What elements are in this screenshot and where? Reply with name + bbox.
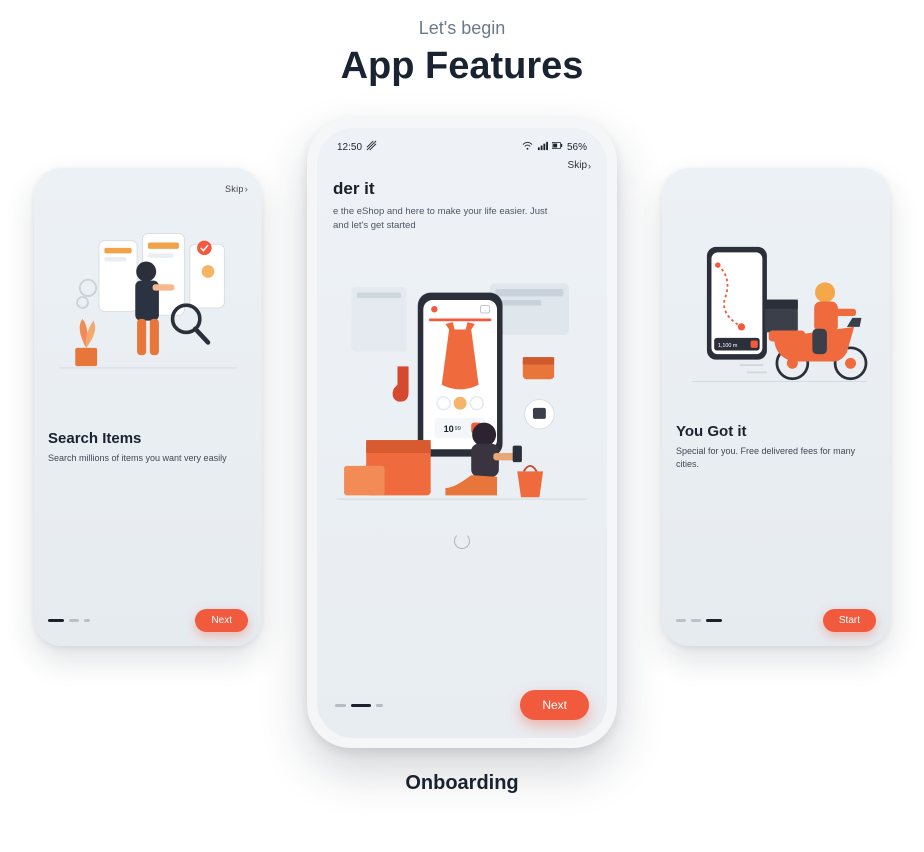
onboarding-screen-order: 12:50 [307, 118, 617, 748]
skip-label: Skip [568, 160, 587, 171]
loading-spinner-icon [454, 533, 470, 549]
onboarding-title: Search Items [48, 430, 248, 447]
page-indicator [335, 704, 383, 707]
svg-text:10: 10 [444, 423, 454, 433]
onboarding-screen-delivery: 1,100 m [662, 168, 890, 646]
onboarding-body: e the eShop and here to make your life e… [333, 205, 591, 234]
wifi-icon [522, 140, 533, 154]
onboarding-body: Special for you. Free delivered fees for… [676, 445, 876, 471]
chevron-right-icon: › [588, 161, 591, 171]
onboarding-title-fragment: der it [333, 179, 591, 199]
status-battery-percent: 56% [567, 142, 587, 153]
svg-text:99: 99 [455, 425, 461, 431]
nfc-icon [366, 140, 377, 154]
status-time: 12:50 [337, 142, 362, 153]
status-bar: 12:50 [333, 140, 591, 154]
signal-icon [537, 140, 548, 154]
page-indicator [48, 619, 90, 622]
start-button[interactable]: Start [823, 609, 876, 632]
phones-showcase: Skip › [0, 118, 924, 758]
next-button[interactable]: Next [195, 609, 248, 632]
onboarding-title: You Got it [676, 423, 876, 440]
onboarding-body: Search millions of items you want very e… [48, 452, 248, 465]
next-button[interactable]: Next [520, 690, 589, 720]
delivery-illustration: 1,100 m [676, 211, 876, 401]
onboarding-screen-search: Skip › [34, 168, 262, 646]
skip-label: Skip [225, 184, 244, 194]
phone-frame: 12:50 [307, 118, 617, 748]
skip-button[interactable]: Skip › [225, 184, 248, 194]
page-subtitle: Let's begin [0, 18, 924, 39]
chevron-right-icon: › [245, 184, 248, 194]
section-label: Onboarding [0, 772, 924, 795]
page-title: App Features [0, 45, 924, 88]
svg-text:1,100 m: 1,100 m [718, 343, 738, 349]
skip-button[interactable]: Skip › [568, 160, 591, 171]
search-illustration [48, 212, 248, 402]
order-illustration: 10 99 [333, 244, 591, 544]
page-indicator [676, 619, 722, 622]
battery-icon [552, 140, 563, 154]
